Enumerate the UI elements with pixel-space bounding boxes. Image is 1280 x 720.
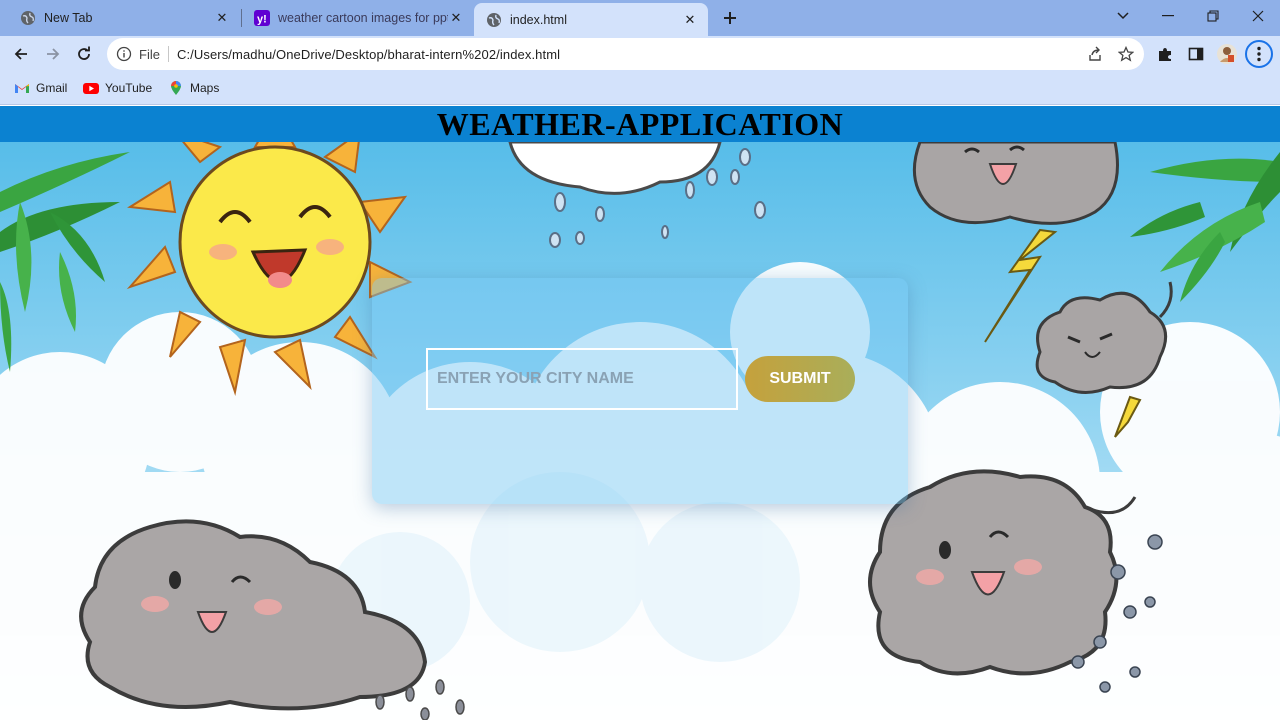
- minimize-icon: [1162, 15, 1174, 17]
- reload-icon: [78, 46, 90, 60]
- bookmark-label: YouTube: [105, 81, 153, 95]
- address-divider: [167, 46, 169, 62]
- reload-button[interactable]: [70, 40, 98, 68]
- scheme-label: File: [139, 46, 160, 62]
- globe-icon: [20, 10, 36, 26]
- city-input[interactable]: [426, 348, 738, 410]
- gmail-icon: [15, 84, 29, 93]
- avatar: [1217, 44, 1237, 64]
- close-icon[interactable]: ✕: [682, 12, 698, 28]
- bookmark-label: Gmail: [36, 81, 68, 95]
- chevron-down-icon: [1117, 12, 1129, 20]
- side-panel-button[interactable]: [1182, 40, 1210, 68]
- youtube-icon: [83, 83, 99, 94]
- maps-icon: [171, 81, 181, 95]
- tab-search-button[interactable]: [1108, 4, 1138, 28]
- profile-button[interactable]: [1213, 40, 1241, 68]
- page-header: WEATHER-APPLICATION: [0, 106, 1280, 142]
- share-icon[interactable]: [1087, 46, 1103, 62]
- extensions-button[interactable]: [1151, 40, 1179, 68]
- tab-new-tab[interactable]: New Tab ✕: [0, 3, 240, 33]
- url-text[interactable]: C:/Users/madhu/OneDrive/Desktop/bharat-i…: [177, 47, 560, 62]
- weather-background: SUBMIT: [0, 109, 1280, 720]
- globe-icon: [486, 12, 502, 28]
- page-title: WEATHER-APPLICATION: [436, 106, 844, 142]
- bookmarks-bar: Gmail YouTube Maps: [0, 72, 1280, 105]
- tab-title: index.html: [510, 12, 567, 27]
- bookmark-gmail[interactable]: Gmail: [14, 79, 67, 97]
- tab-strip: New Tab ✕ y! weather cartoon images for …: [0, 0, 1280, 36]
- restore-icon: [1207, 10, 1219, 22]
- forward-button[interactable]: [39, 40, 67, 68]
- plus-icon: [724, 12, 736, 24]
- back-button[interactable]: [7, 40, 35, 68]
- tab-weather-search[interactable]: y! weather cartoon images for ppt ✕: [234, 3, 474, 33]
- close-icon[interactable]: ✕: [214, 10, 230, 26]
- tab-index-html[interactable]: index.html ✕: [474, 3, 708, 36]
- new-tab-button[interactable]: [718, 6, 742, 30]
- page-viewport: WEATHER-APPLICATION ENTER YOUR CITY NAME…: [0, 106, 1280, 720]
- bookmark-maps[interactable]: Maps: [168, 79, 219, 97]
- star-icon[interactable]: [1118, 46, 1134, 62]
- tab-title: weather cartoon images for ppt: [278, 11, 448, 25]
- close-icon[interactable]: ✕: [448, 10, 464, 26]
- submit-button[interactable]: SUBMIT: [745, 356, 855, 402]
- svg-text:y!: y!: [257, 14, 267, 26]
- restore-button[interactable]: [1198, 4, 1228, 28]
- close-window-button[interactable]: [1243, 4, 1273, 28]
- arrow-right-icon: [47, 48, 60, 60]
- more-vert-icon: [1257, 46, 1261, 62]
- arrow-left-icon: [14, 48, 27, 60]
- minimize-button[interactable]: [1153, 4, 1183, 28]
- yahoo-icon: y!: [254, 10, 270, 26]
- address-bar[interactable]: File C:/Users/madhu/OneDrive/Desktop/bha…: [107, 38, 1144, 70]
- search-card: SUBMIT: [372, 278, 908, 504]
- info-icon[interactable]: [116, 46, 132, 62]
- menu-button[interactable]: [1245, 40, 1273, 68]
- puzzle-icon: [1159, 48, 1171, 61]
- browser-toolbar: File C:/Users/madhu/OneDrive/Desktop/bha…: [0, 36, 1280, 72]
- close-icon: [1252, 10, 1264, 22]
- tab-title: New Tab: [44, 11, 93, 25]
- bookmark-youtube[interactable]: YouTube: [83, 79, 152, 97]
- side-panel-icon: [1188, 47, 1204, 61]
- bookmark-label: Maps: [190, 81, 220, 95]
